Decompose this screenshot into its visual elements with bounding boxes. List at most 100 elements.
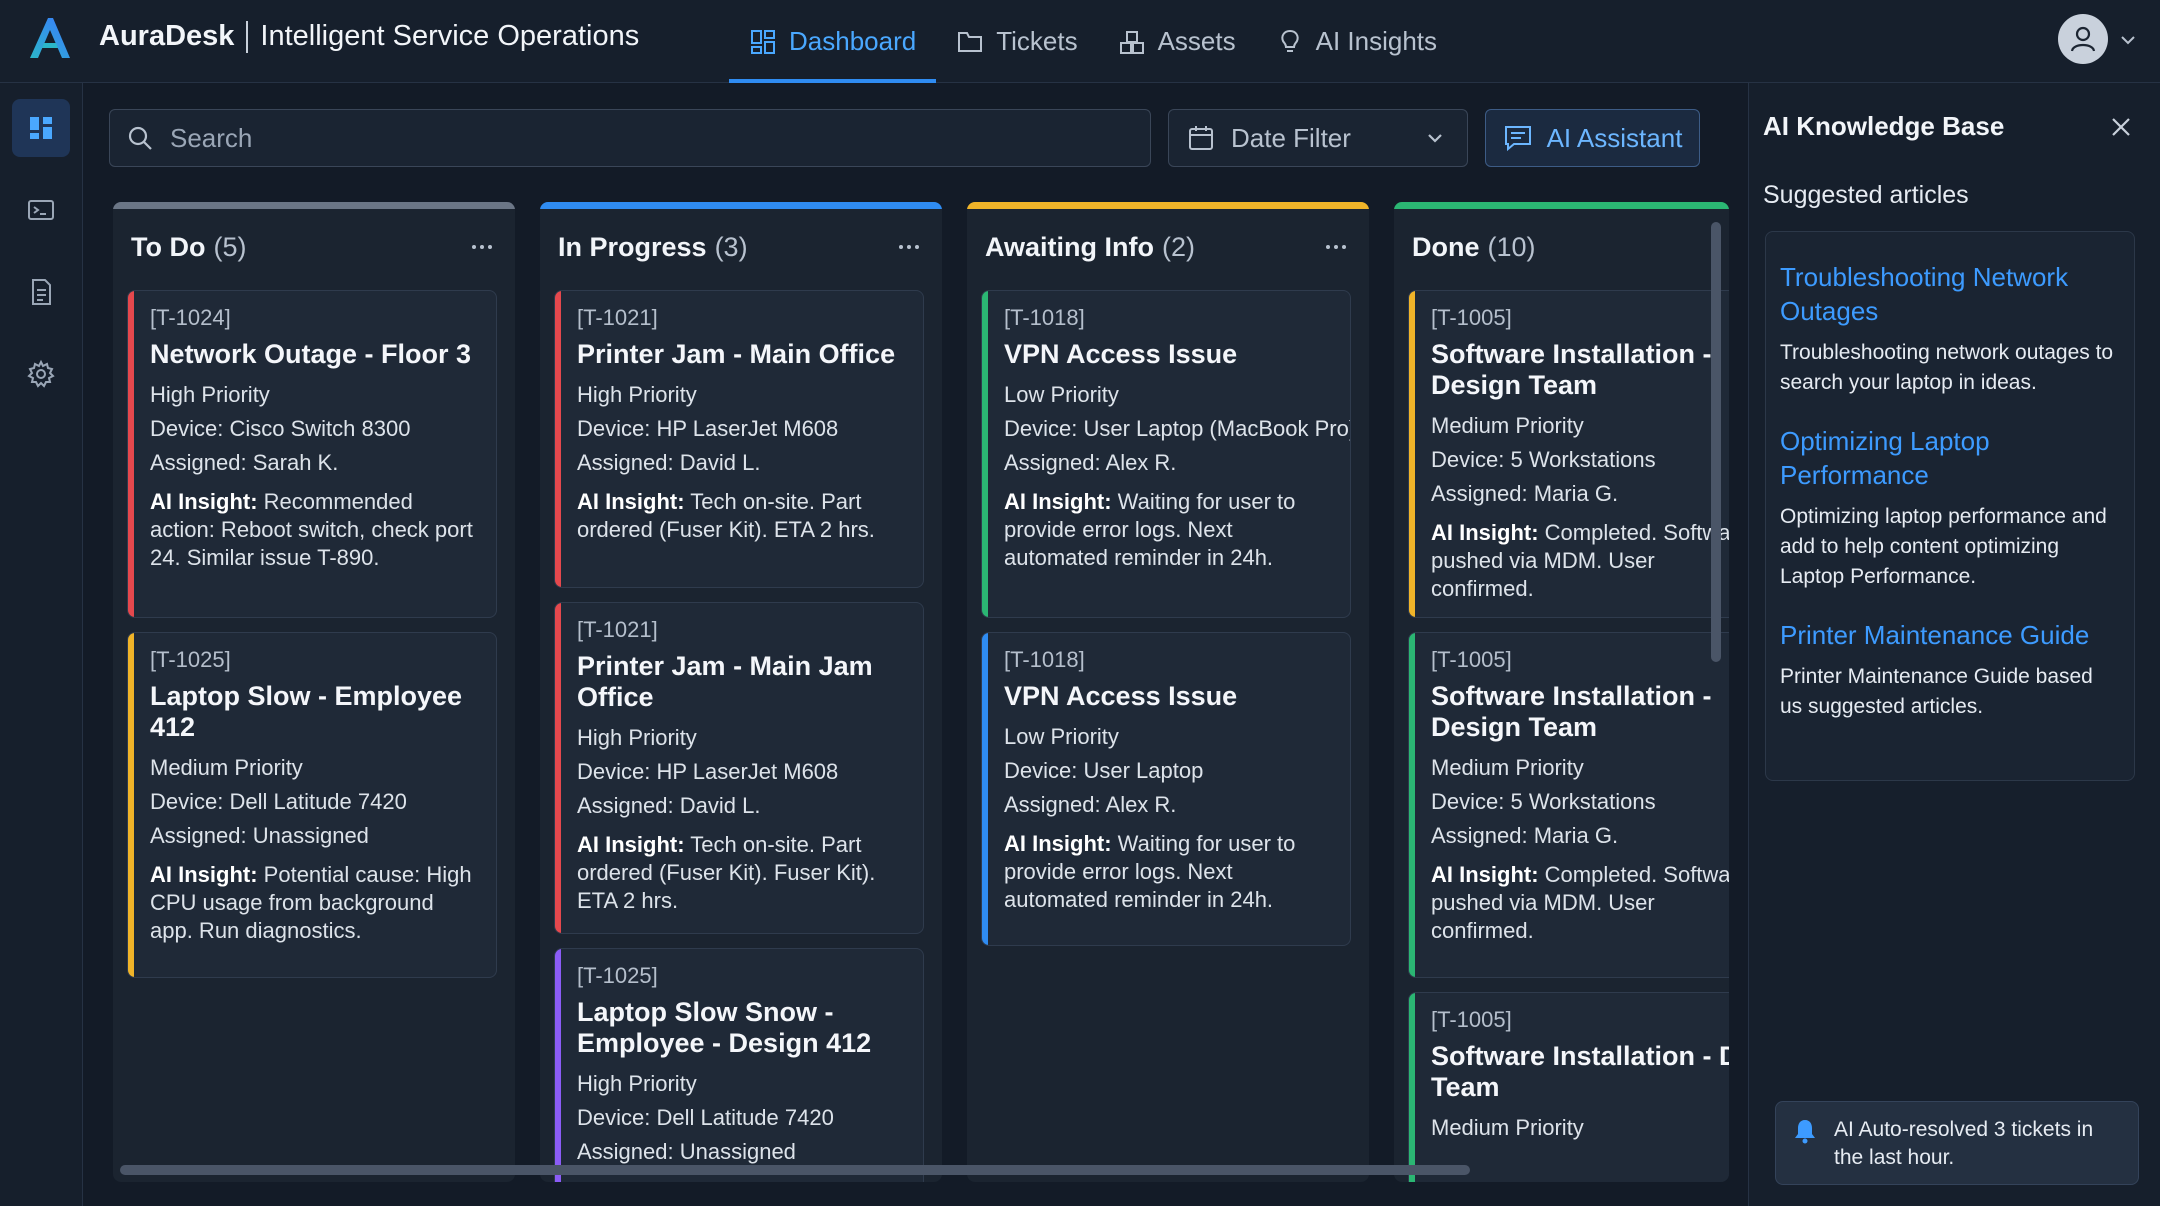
ticket-device: Device: 5 Workstations <box>1431 447 1656 472</box>
column-in-progress: In Progress (3) [T-1021] Printer Jam - M… <box>540 202 942 1182</box>
user-avatar[interactable] <box>2058 14 2108 64</box>
ticket-id: [T-1005] <box>1431 305 1512 330</box>
search-input[interactable] <box>170 122 1070 154</box>
column-title: To Do <box>131 231 206 262</box>
article-description: Printer Maintenance Guide based us sugge… <box>1780 665 2093 718</box>
priority-accent <box>555 603 561 933</box>
brand-divider <box>246 20 249 53</box>
brand-title: AuraDesk Intelligent Service Operations <box>99 20 639 53</box>
ticket-title: Network Outage - Floor 3 <box>150 339 472 369</box>
column-header: In Progress (3) <box>540 209 942 285</box>
rail-dashboard-button[interactable] <box>12 99 70 157</box>
lightbulb-icon <box>1281 29 1299 52</box>
ticket-card[interactable]: [T-1005] Software Installation - Design … <box>1408 632 1729 978</box>
article-link[interactable]: Troubleshooting Network Outages <box>1780 260 2120 328</box>
ticket-device: Device: HP LaserJet M608 <box>577 416 839 441</box>
ticket-priority: High Priority <box>150 382 270 407</box>
article-link[interactable]: Printer Maintenance Guide <box>1780 618 2120 652</box>
column-status-bar <box>540 202 942 209</box>
ticket-card[interactable]: [T-1025] Laptop Slow Snow - Employee - D… <box>554 948 924 1182</box>
ticket-ai-insight: AI Insight: Recommended action: Reboot s… <box>150 488 480 572</box>
rail-console-button[interactable] <box>12 181 70 239</box>
nav-tab-dashboard[interactable]: Dashboard <box>729 0 937 83</box>
panel-subtitle: Suggested articles <box>1763 181 1969 209</box>
left-rail <box>0 83 83 1206</box>
close-icon[interactable] <box>2107 113 2135 141</box>
ticket-card[interactable]: [T-1018] VPN Access Issue Low Priority D… <box>981 632 1351 946</box>
notification-toast[interactable]: AI Auto-resolved 3 tickets in the last h… <box>1775 1101 2139 1185</box>
main-nav: Dashboard Tickets Assets AI Insights <box>729 0 1457 83</box>
ticket-card[interactable]: [T-1021] Printer Jam - Main Jam Office H… <box>554 602 924 934</box>
ticket-card[interactable]: [T-1005] Software Installation - De Team… <box>1408 992 1729 1182</box>
vertical-scrollbar[interactable] <box>1711 222 1721 662</box>
nav-tab-ai-insights-label: AI Insights <box>1315 26 1438 56</box>
search-box[interactable] <box>109 109 1151 167</box>
ticket-assignee: Assigned: David L. <box>577 793 761 818</box>
chevron-down-icon[interactable] <box>2118 30 2138 50</box>
ticket-assignee: Assigned: Alex R. <box>1004 792 1177 817</box>
ticket-device: Device: Cisco Switch 8300 <box>150 416 411 441</box>
ticket-card[interactable]: [T-1018] VPN Access Issue Low Priority D… <box>981 290 1351 618</box>
date-filter-select[interactable]: Date Filter <box>1168 109 1468 167</box>
column-status-bar <box>967 202 1369 209</box>
rail-documents-button[interactable] <box>12 263 70 321</box>
rail-settings-button[interactable] <box>12 345 70 403</box>
ticket-id: [T-1025] <box>577 963 658 988</box>
chevron-down-icon <box>1428 134 1442 143</box>
more-options-icon[interactable] <box>894 232 924 262</box>
ticket-title: Software Installation - De Team <box>1431 1041 1729 1102</box>
column-count: (2) <box>1162 231 1195 262</box>
priority-accent <box>982 291 988 617</box>
nav-tab-ai-insights[interactable]: AI Insights <box>1256 0 1457 83</box>
column-todo: To Do (5) [T-1024] Network Outage - Floo… <box>113 202 515 1182</box>
column-count: (10) <box>1487 231 1536 262</box>
ticket-title: Laptop Slow Snow - Employee - Design 412 <box>577 997 872 1058</box>
more-options-icon[interactable] <box>1321 232 1351 262</box>
ticket-priority: Medium Priority <box>1431 413 1584 438</box>
nav-tab-assets[interactable]: Assets <box>1098 0 1256 83</box>
column-status-bar <box>113 202 515 209</box>
ticket-id: [T-1018] <box>1004 647 1085 672</box>
ticket-assignee: Assigned: Maria G. <box>1431 481 1619 506</box>
ticket-priority: Medium Priority <box>1431 755 1584 780</box>
assets-boxes-icon <box>1119 30 1144 54</box>
ticket-title: Software Installation - Design Team <box>1431 681 1712 742</box>
ticket-assignee: Assigned: Maria G. <box>1431 823 1619 848</box>
more-options-icon[interactable] <box>467 232 497 262</box>
ticket-ai-insight: AI Insight: Potential cause: High CPU us… <box>150 861 480 945</box>
nav-tab-tickets[interactable]: Tickets <box>936 0 1097 83</box>
ticket-assignee: Assigned: Alex R. <box>1004 450 1177 475</box>
priority-accent <box>128 633 134 977</box>
ticket-card[interactable]: [T-1025] Laptop Slow - Employee 412 Medi… <box>127 632 497 978</box>
ticket-title: VPN Access Issue <box>1004 681 1238 711</box>
nav-tab-dashboard-label: Dashboard <box>789 26 917 56</box>
ai-insight-label: AI Insight: <box>1431 862 1539 887</box>
column-status-bar <box>1394 202 1729 209</box>
ticket-id: [T-1021] <box>577 305 658 330</box>
dashboard-icon <box>751 29 775 54</box>
ticket-card[interactable]: [T-1005] Software Installation - Design … <box>1408 290 1729 618</box>
ai-assistant-button[interactable]: AI Assistant <box>1485 109 1700 167</box>
ticket-card[interactable]: [T-1021] Printer Jam - Main Office High … <box>554 290 924 588</box>
ticket-card[interactable]: [T-1024] Network Outage - Floor 3 High P… <box>127 290 497 618</box>
ai-insight-label: AI Insight: <box>577 832 685 857</box>
nav-tab-assets-label: Assets <box>1157 26 1236 56</box>
column-count: (3) <box>714 231 748 262</box>
ticket-ai-insight: AI Insight: Waiting for user to provide … <box>1004 830 1334 914</box>
terminal-icon <box>28 200 54 220</box>
ticket-device: Device: Dell Latitude 7420 <box>150 789 407 814</box>
ticket-assignee: Assigned: Sarah K. <box>150 450 339 475</box>
ticket-priority: Low Priority <box>1004 724 1119 749</box>
ticket-id: [T-1021] <box>577 617 658 642</box>
ai-insight-label: AI Insight: <box>577 489 685 514</box>
ticket-device: Device: User Laptop (MacBook Pro) <box>1004 416 1351 441</box>
brand-name: AuraDesk <box>99 20 235 52</box>
ticket-assignee: Assigned: Unassigned <box>150 823 369 848</box>
search-icon <box>128 126 152 150</box>
article-link[interactable]: Optimizing Laptop Performance <box>1780 424 2120 492</box>
column-header: Done (10) <box>1394 209 1729 285</box>
settings-gear-icon <box>27 359 55 388</box>
ticket-ai-insight: AI Insight: Waiting for user to provide … <box>1004 488 1334 572</box>
auradesk-logo-icon[interactable] <box>26 14 74 62</box>
horizontal-scrollbar[interactable] <box>120 1165 1470 1175</box>
